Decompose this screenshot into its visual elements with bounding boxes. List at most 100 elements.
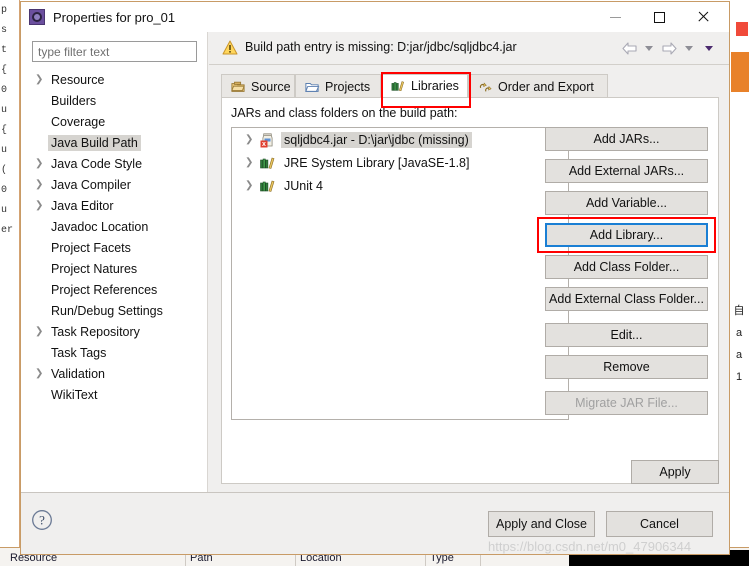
help-question-icon[interactable]: ? xyxy=(31,509,53,531)
apply-and-close-button[interactable]: Apply and Close xyxy=(488,511,595,537)
tab-projects[interactable]: Projects xyxy=(295,74,381,98)
sidebar-item-builders[interactable]: Builders xyxy=(21,90,207,111)
svg-text:x: x xyxy=(262,141,266,148)
chevron-right-icon[interactable]: ❯ xyxy=(35,200,48,211)
forward-history-button[interactable] xyxy=(679,39,699,57)
chevron-right-icon[interactable]: ❯ xyxy=(245,180,259,191)
chevron-right-icon[interactable]: ❯ xyxy=(245,134,259,145)
ide-right-glyphs: 自aa1 xyxy=(733,305,745,383)
ide-right-panel: 自aa1 xyxy=(729,0,749,566)
tab-bar: Source Projects Libraries Order and Export xyxy=(221,74,719,98)
chevron-right-icon[interactable]: ❯ xyxy=(35,179,48,190)
sidebar-item-java-build-path[interactable]: Java Build Path xyxy=(21,132,207,153)
sidebar-item-javadoc-location[interactable]: Javadoc Location xyxy=(21,216,207,237)
settings-content-pane: Build path entry is missing: D:jar/jdbc/… xyxy=(209,32,729,492)
forward-button[interactable] xyxy=(659,39,679,57)
sidebar-item-task-repository[interactable]: ❯ Task Repository xyxy=(21,321,207,342)
cancel-button[interactable]: Cancel xyxy=(606,511,713,537)
svg-text:?: ? xyxy=(39,513,45,528)
tab-libraries[interactable]: Libraries xyxy=(381,74,468,98)
minimize-icon xyxy=(609,16,621,18)
add-external-class-folder-button[interactable]: Add External Class Folder... xyxy=(545,287,708,311)
tab-label: Order and Export xyxy=(498,79,594,94)
jars-list[interactable]: ❯ x sqljdbc4.jar - D:\jar\jdbc (missing) ❯ J… xyxy=(231,127,569,420)
sidebar-item-project-facets[interactable]: Project Facets xyxy=(21,237,207,258)
add-library-button-wrapper: Add Library... xyxy=(537,217,716,253)
arrow-left-icon xyxy=(621,41,637,55)
source-folder-icon xyxy=(231,81,245,92)
back-button[interactable] xyxy=(619,39,639,57)
open-folder-icon xyxy=(305,82,320,92)
jar-entry-row[interactable]: ❯ JRE System Library [JavaSE-1.8] xyxy=(232,151,568,174)
sidebar-item-wikitext[interactable]: WikiText xyxy=(21,384,207,405)
migrate-jar-file-button: Migrate JAR File... xyxy=(545,391,708,415)
jar-entry-label: JRE System Library [JavaSE-1.8] xyxy=(284,155,470,170)
chevron-right-icon[interactable]: ❯ xyxy=(35,158,48,169)
properties-dialog: Properties for pro_01 ❯ResourceBuildersC… xyxy=(20,1,730,555)
minimize-button[interactable] xyxy=(593,2,637,32)
library-action-buttons: Add JARs... Add External JARs... Add Varia… xyxy=(537,127,716,423)
arrow-right-icon xyxy=(661,41,677,55)
chevron-right-icon[interactable]: ❯ xyxy=(35,368,48,379)
add-jars-button[interactable]: Add JARs... xyxy=(545,127,708,151)
sidebar-item-label: Project References xyxy=(51,282,158,297)
sidebar-item-label: Project Facets xyxy=(51,240,131,255)
chevron-right-icon[interactable]: ❯ xyxy=(245,157,259,168)
edit-button[interactable]: Edit... xyxy=(545,323,708,347)
add-class-folder-button[interactable]: Add Class Folder... xyxy=(545,255,708,279)
filter-input[interactable] xyxy=(32,41,197,62)
maximize-button[interactable] xyxy=(637,2,681,32)
sidebar-item-java-code-style[interactable]: ❯ Java Code Style xyxy=(21,153,207,174)
sidebar-item-label: Resource xyxy=(51,72,105,87)
sidebar-item-label: Javadoc Location xyxy=(51,219,149,234)
view-menu-button[interactable] xyxy=(699,39,719,57)
sidebar-item-label: Builders xyxy=(51,93,97,108)
dialog-title: Properties for pro_01 xyxy=(53,9,176,25)
dialog-footer: ? Apply and Close Cancel xyxy=(21,493,729,554)
sidebar-item-validation[interactable]: ❯ Validation xyxy=(21,363,207,384)
sidebar-item-resource[interactable]: ❯ Resource xyxy=(21,69,207,90)
chevron-right-icon[interactable]: ❯ xyxy=(35,326,48,337)
jar-entry-label: JUnit 4 xyxy=(284,178,323,193)
tab-source[interactable]: Source xyxy=(221,74,295,98)
sidebar-item-task-tags[interactable]: Task Tags xyxy=(21,342,207,363)
tab-label: Projects xyxy=(325,79,371,94)
add-library-button[interactable]: Add Library... xyxy=(545,223,708,247)
sidebar-item-label: Java Editor xyxy=(51,198,114,213)
sidebar-item-label: Project Natures xyxy=(51,261,138,276)
tab-label: Libraries xyxy=(411,79,459,93)
jar-entry-row[interactable]: ❯ x sqljdbc4.jar - D:\jar\jdbc (missing) xyxy=(232,128,568,151)
apply-button[interactable]: Apply xyxy=(631,460,719,484)
libraries-tab-panel: JARs and class folders on the build path… xyxy=(221,98,719,484)
sidebar-item-java-compiler[interactable]: ❯ Java Compiler xyxy=(21,174,207,195)
settings-sidebar: ❯ResourceBuildersCoverageJava Build Path… xyxy=(21,32,208,492)
back-history-button[interactable] xyxy=(639,39,659,57)
sidebar-item-label: Task Tags xyxy=(51,345,107,360)
sidebar-item-coverage[interactable]: Coverage xyxy=(21,111,207,132)
sidebar-item-label: Coverage xyxy=(51,114,106,129)
caret-down-icon xyxy=(705,45,713,51)
remove-button[interactable]: Remove xyxy=(545,355,708,379)
sidebar-item-project-references[interactable]: Project References xyxy=(21,279,207,300)
sidebar-item-label: WikiText xyxy=(51,387,98,402)
add-external-jars-button[interactable]: Add External JARs... xyxy=(545,159,708,183)
sidebar-item-project-natures[interactable]: Project Natures xyxy=(21,258,207,279)
settings-tree: ❯ Resource Builders Coverage Java Build Path… xyxy=(21,69,207,492)
tab-order-and-export[interactable]: Order and Export xyxy=(468,74,608,98)
libraries-books-icon xyxy=(391,81,405,92)
sidebar-item-label: Java Compiler xyxy=(51,177,131,192)
chevron-right-icon[interactable]: ❯ xyxy=(35,74,48,85)
sidebar-item-run-debug-settings[interactable]: Run/Debug Settings xyxy=(21,300,207,321)
close-button[interactable] xyxy=(681,2,725,32)
dialog-titlebar: Properties for pro_01 xyxy=(21,2,729,32)
caret-down-icon xyxy=(645,45,653,51)
warning-bar: Build path entry is missing: D:jar/jdbc/… xyxy=(209,32,729,65)
jar-entry-row[interactable]: ❯ JUnit 4 xyxy=(232,174,568,197)
sidebar-item-label: Run/Debug Settings xyxy=(51,303,163,318)
eclipse-properties-icon xyxy=(29,9,45,25)
jars-list-label: JARs and class folders on the build path… xyxy=(231,106,458,120)
libraries-books-icon xyxy=(260,157,275,169)
sidebar-item-java-editor[interactable]: ❯ Java Editor xyxy=(21,195,207,216)
add-variable-button[interactable]: Add Variable... xyxy=(545,191,708,215)
sidebar-item-label: Validation xyxy=(51,366,105,381)
